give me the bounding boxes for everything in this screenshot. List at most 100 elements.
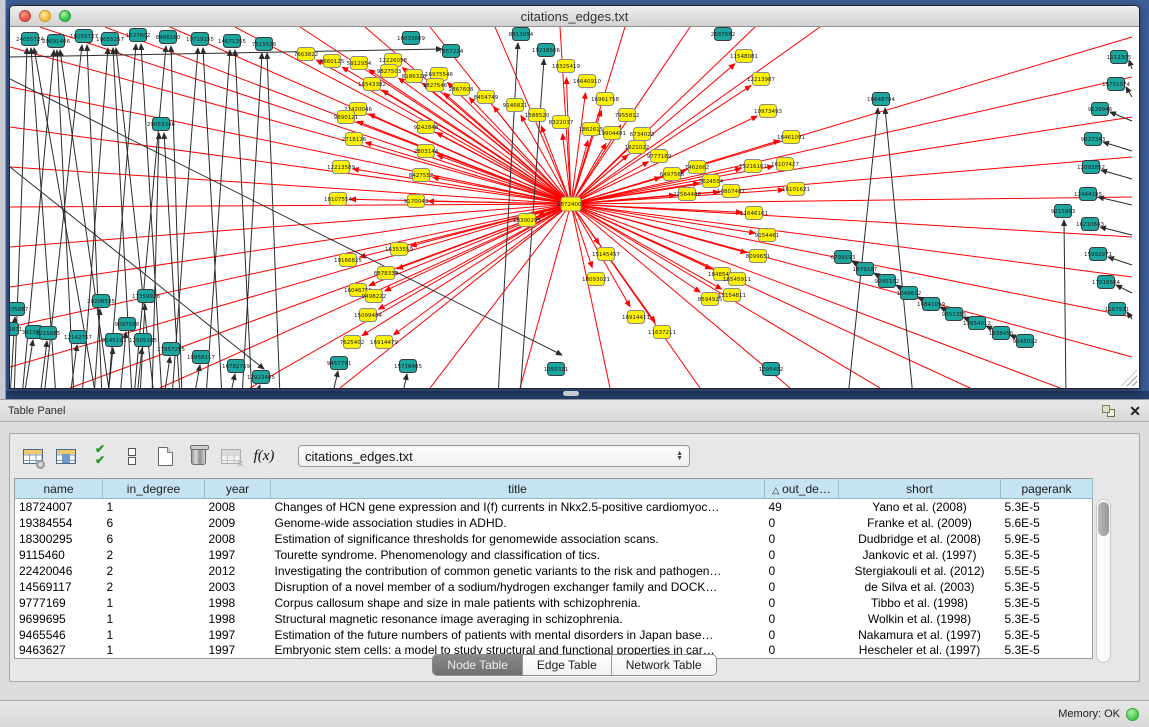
column-header-pagerank[interactable]: pagerank <box>1001 479 1093 499</box>
table-cell[interactable]: 1 <box>103 611 205 627</box>
table-cell[interactable]: 5.3E-5 <box>1001 595 1093 611</box>
citation-network-graph[interactable]: 2405572420691406160557271065525715276028… <box>10 27 1139 388</box>
scrollbar-thumb[interactable] <box>1098 502 1109 536</box>
table-row[interactable]: 911546021997Tourette syndrome. Phenomeno… <box>15 547 1093 563</box>
memory-indicator[interactable] <box>1126 708 1139 721</box>
table-cell[interactable]: 9777169 <box>15 595 103 611</box>
show-columns-icon[interactable] <box>53 443 79 469</box>
table-cell[interactable]: 5.3E-5 <box>1001 579 1093 595</box>
column-header-in_degree[interactable]: in_degree <box>103 479 205 499</box>
float-panel-icon[interactable] <box>1102 405 1115 417</box>
table-cell[interactable]: 1997 <box>205 627 271 643</box>
table-cell[interactable]: 5.3E-5 <box>1001 547 1093 563</box>
table-cell[interactable]: Estimation of significance thresholds fo… <box>271 531 765 547</box>
table-cell[interactable]: 2 <box>103 563 205 579</box>
network-canvas[interactable]: 2405572420691406160557271065525715276028… <box>10 27 1139 388</box>
column-header-out_de[interactable]: △out_de… <box>765 479 839 499</box>
table-cell[interactable]: 0 <box>765 531 839 547</box>
new-table-icon[interactable] <box>152 443 178 469</box>
close-panel-icon[interactable]: ✕ <box>1129 405 1141 417</box>
table-cell[interactable]: Wolkin et al. (1998) <box>839 611 1001 627</box>
table-cell[interactable]: 14569117 <box>15 579 103 595</box>
function-builder-icon[interactable]: f(x) <box>251 443 277 469</box>
table-cell[interactable]: Tourette syndrome. Phenomenology and cla… <box>271 547 765 563</box>
table-cell[interactable]: 2008 <box>205 499 271 515</box>
table-cell[interactable]: 6 <box>103 531 205 547</box>
table-cell[interactable]: 5.5E-5 <box>1001 563 1093 579</box>
table-cell[interactable]: Disruption of a novel member of a sodium… <box>271 579 765 595</box>
table-cell[interactable]: 19384554 <box>15 515 103 531</box>
table-cell[interactable]: 2 <box>103 547 205 563</box>
table-cell[interactable]: Franke et al. (2009) <box>839 515 1001 531</box>
table-cell[interactable]: 0 <box>765 611 839 627</box>
column-header-name[interactable]: name <box>15 479 103 499</box>
splitter-handle[interactable] <box>563 391 579 396</box>
table-cell[interactable]: 5.9E-5 <box>1001 531 1093 547</box>
table-cell[interactable]: 5.3E-5 <box>1001 627 1093 643</box>
table-cell[interactable]: Corpus callosum shape and size in male p… <box>271 595 765 611</box>
minimize-window-button[interactable] <box>39 10 51 22</box>
table-cell[interactable]: 0 <box>765 627 839 643</box>
table-cell[interactable]: 0 <box>765 547 839 563</box>
delete-rows-icon[interactable] <box>185 443 211 469</box>
table-row[interactable]: 969969511998Structural magnetic resonanc… <box>15 611 1093 627</box>
column-header-short[interactable]: short <box>839 479 1001 499</box>
table-cell[interactable]: 1 <box>103 627 205 643</box>
table-cell[interactable]: 5.3E-5 <box>1001 611 1093 627</box>
tab-network-table[interactable]: Network Table <box>612 655 716 675</box>
table-cell[interactable]: 6 <box>103 515 205 531</box>
table-cell[interactable]: Yano et al. (2008) <box>839 499 1001 515</box>
table-cell[interactable]: 2012 <box>205 563 271 579</box>
table-cell[interactable]: Estimation of the future numbers of pati… <box>271 627 765 643</box>
table-cell[interactable]: 9115460 <box>15 547 103 563</box>
table-cell[interactable]: Changes of HCN gene expression and I(f) … <box>271 499 765 515</box>
table-row[interactable]: 2242004622012Investigating the contribut… <box>15 563 1093 579</box>
table-cell[interactable]: 2008 <box>205 531 271 547</box>
table-cell[interactable]: Structural magnetic resonance image aver… <box>271 611 765 627</box>
select-all-icon[interactable]: ✔✔ <box>86 443 112 469</box>
network-window-titlebar[interactable]: citations_edges.txt <box>10 6 1139 27</box>
table-cell[interactable]: 1 <box>103 499 205 515</box>
table-cell[interactable]: Nakamura et al. (1997) <box>839 627 1001 643</box>
table-cell[interactable]: Dudbridge et al. (2008) <box>839 531 1001 547</box>
table-row[interactable]: 977716911998Corpus callosum shape and si… <box>15 595 1093 611</box>
table-cell[interactable]: 1998 <box>205 595 271 611</box>
table-selector-dropdown[interactable]: citations_edges.txt ▲▼ <box>298 445 690 467</box>
delete-table-icon[interactable]: ✕ <box>218 443 244 469</box>
table-cell[interactable]: 9699695 <box>15 611 103 627</box>
column-header-year[interactable]: year <box>205 479 271 499</box>
table-cell[interactable]: Genome-wide association studies in ADHD. <box>271 515 765 531</box>
table-cell[interactable]: 2 <box>103 579 205 595</box>
table-cell[interactable]: de Silva et al. (2003) <box>839 579 1001 595</box>
table-row[interactable]: 1830029562008Estimation of significance … <box>15 531 1093 547</box>
table-cell[interactable]: 0 <box>765 579 839 595</box>
table-row[interactable]: 946554611997Estimation of the future num… <box>15 627 1093 643</box>
table-settings-icon[interactable] <box>20 443 46 469</box>
table-cell[interactable]: Tibbo et al. (1998) <box>839 595 1001 611</box>
table-cell[interactable]: 1 <box>103 595 205 611</box>
table-row[interactable]: 1872400712008Changes of HCN gene express… <box>15 499 1093 515</box>
table-cell[interactable]: 9465546 <box>15 627 103 643</box>
table-cell[interactable]: 18724007 <box>15 499 103 515</box>
table-cell[interactable]: 18300295 <box>15 531 103 547</box>
column-header-title[interactable]: title <box>271 479 765 499</box>
table-cell[interactable]: 5.6E-5 <box>1001 515 1093 531</box>
zoom-window-button[interactable] <box>59 10 71 22</box>
network-window[interactable]: citations_edges.txt 24055724206914061605… <box>9 5 1140 389</box>
table-row[interactable]: 1456911722003Disruption of a novel membe… <box>15 579 1093 595</box>
table-cell[interactable]: 5.3E-5 <box>1001 499 1093 515</box>
tab-edge-table[interactable]: Edge Table <box>523 655 612 675</box>
table-cell[interactable]: 1998 <box>205 611 271 627</box>
table-cell[interactable]: 0 <box>765 515 839 531</box>
tab-node-table[interactable]: Node Table <box>433 655 523 675</box>
table-cell[interactable]: 22420046 <box>15 563 103 579</box>
table-cell[interactable]: 2009 <box>205 515 271 531</box>
table-cell[interactable]: Investigating the contribution of common… <box>271 563 765 579</box>
table-cell[interactable]: 2003 <box>205 579 271 595</box>
table-cell[interactable]: 1997 <box>205 547 271 563</box>
table-cell[interactable]: Jankovic et al. (1997) <box>839 547 1001 563</box>
row-height-icon[interactable] <box>119 443 145 469</box>
table-cell[interactable]: 0 <box>765 595 839 611</box>
table-cell[interactable]: Stergiakouli et al. (2012) <box>839 563 1001 579</box>
close-window-button[interactable] <box>19 10 31 22</box>
